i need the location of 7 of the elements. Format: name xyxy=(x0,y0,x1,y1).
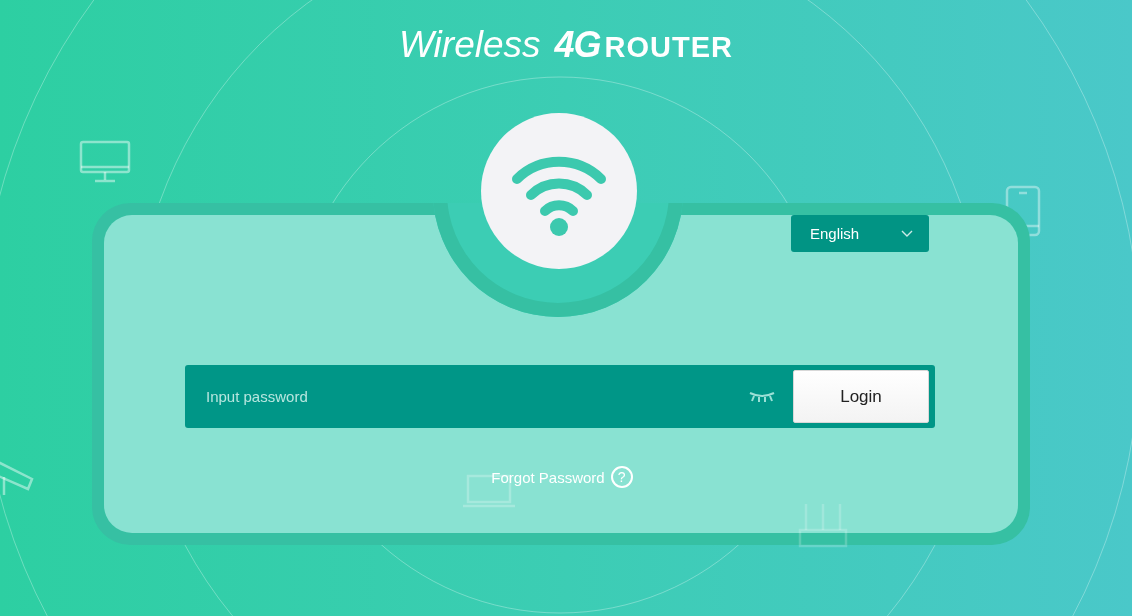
monitor-icon xyxy=(79,140,131,184)
eye-closed-icon[interactable] xyxy=(749,389,775,404)
login-button[interactable]: Login xyxy=(793,370,929,423)
chevron-down-icon xyxy=(901,229,913,238)
logo-title: Wireless 4GROUTER xyxy=(399,24,733,67)
password-field[interactable]: Input password Login xyxy=(185,365,935,428)
language-select[interactable]: English xyxy=(791,215,929,252)
